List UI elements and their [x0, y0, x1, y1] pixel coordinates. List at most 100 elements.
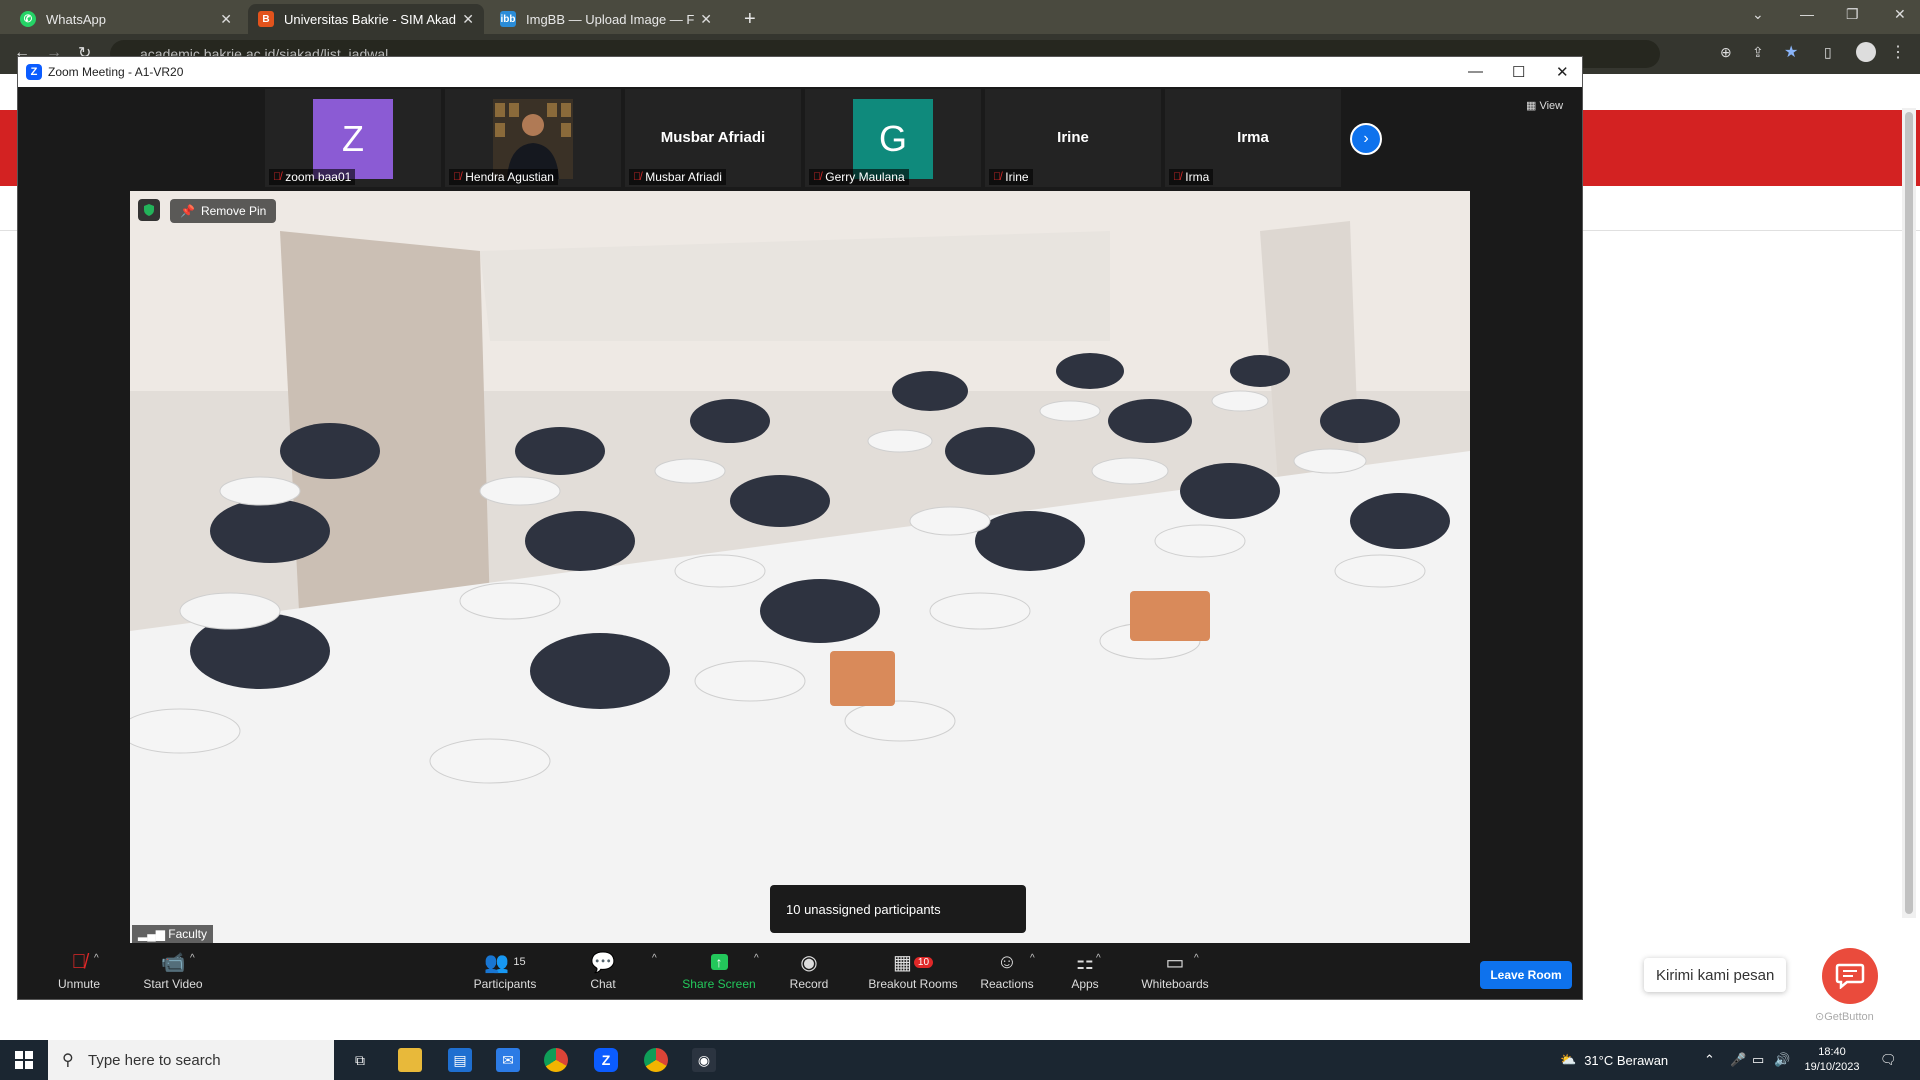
bookmark-star-icon[interactable]: ★	[1784, 42, 1798, 62]
participant-tile[interactable]: Z 🎙̸ zoom baa01	[265, 89, 441, 187]
close-icon[interactable]: ✕	[220, 11, 232, 28]
pin-icon: 📌	[180, 204, 195, 218]
breakout-rooms-icon: ▦ 10	[858, 949, 968, 975]
chrome-icon[interactable]	[544, 1048, 568, 1072]
chat-widget-bubble[interactable]: Kirimi kami pesan	[1644, 958, 1787, 992]
new-tab-button[interactable]: +	[734, 4, 764, 34]
weather-widget[interactable]: ⛅ 31°C Berawan	[1560, 1040, 1668, 1080]
restore-icon[interactable]: ❐	[1846, 6, 1859, 23]
tab-whatsapp[interactable]: ✆ WhatsApp ✕	[10, 4, 242, 34]
participant-tile[interactable]: Irine 🎙̸ Irine	[985, 89, 1161, 187]
share-icon[interactable]: ⇪	[1752, 44, 1764, 61]
chevron-down-icon[interactable]: ⌄	[1752, 6, 1764, 23]
close-icon[interactable]: ✕	[1894, 6, 1906, 23]
chevron-up-icon[interactable]: ^	[754, 953, 759, 964]
volume-icon[interactable]: 🔊	[1774, 1040, 1790, 1080]
participant-name-tag: 🎙̸ zoom baa01	[269, 169, 356, 185]
start-video-button[interactable]: 📹 Start Video	[128, 949, 218, 997]
taskbar-search[interactable]: ⚲ Type here to search	[48, 1040, 334, 1080]
zoom-app-icon[interactable]: Z	[594, 1048, 618, 1072]
participant-name: Faculty	[168, 927, 207, 941]
tab-label: Universitas Bakrie - SIM Akadem	[284, 11, 457, 27]
imgbb-icon: ibb	[500, 11, 516, 27]
chevron-up-icon[interactable]: ^	[190, 953, 195, 964]
chat-widget-button[interactable]	[1822, 948, 1878, 1004]
clock-date: 19/10/2023	[1804, 1061, 1860, 1073]
participant-strip: Z 🎙̸ zoom baa01 🎙̸ Hendra Agustian Musbar …	[265, 89, 1345, 187]
windows-taskbar: ⚲ Type here to search ⧉ ▤ ✉ Z ◉ ⛅ 31°C B…	[0, 1040, 1920, 1080]
zoom-title: Zoom Meeting - A1-VR20	[48, 65, 184, 79]
menu-icon[interactable]: ⋮	[1890, 42, 1906, 62]
classroom-video-frame	[130, 191, 1470, 943]
windows-start-icon[interactable]	[12, 1048, 36, 1072]
tab-imgbb[interactable]: ibb ImgBB — Upload Image — Free ✕	[490, 4, 722, 34]
pinned-video[interactable]: 📌 Remove Pin ▂▄▆ Faculty	[130, 191, 1470, 943]
view-button[interactable]: ▦ View	[1526, 99, 1563, 112]
mail-icon[interactable]: ✉	[496, 1048, 520, 1072]
participant-name: Hendra Agustian	[465, 170, 554, 184]
page-scrollbar[interactable]	[1902, 108, 1916, 918]
participants-button[interactable]: 👥 15 Participants	[460, 949, 550, 997]
microphone-icon[interactable]: 🎤	[1730, 1040, 1746, 1080]
minimize-icon[interactable]: —	[1468, 63, 1483, 80]
whiteboards-button[interactable]: ▭ Whiteboards	[1130, 949, 1220, 997]
getbutton-brand[interactable]: ⊙GetButton	[1815, 1010, 1874, 1023]
chevron-up-icon[interactable]: ^	[1194, 953, 1199, 964]
mic-off-icon: 🎙̸	[273, 171, 282, 183]
breakout-badge: 10	[913, 956, 934, 968]
mic-off-icon: 🎙̸	[453, 171, 462, 183]
participant-tile[interactable]: Irma 🎙̸ Irma	[1165, 89, 1341, 187]
remove-pin-button[interactable]: 📌 Remove Pin	[170, 199, 277, 223]
participant-tile[interactable]: G 🎙̸ Gerry Maulana	[805, 89, 981, 187]
profile-avatar[interactable]	[1856, 42, 1876, 62]
maximize-icon[interactable]: ☐	[1512, 63, 1525, 81]
file-explorer-icon[interactable]	[398, 1048, 422, 1072]
camera-app-icon[interactable]: ◉	[692, 1048, 716, 1072]
close-icon[interactable]: ✕	[462, 11, 474, 28]
participants-label: Participants	[473, 977, 537, 991]
avatar: G	[853, 99, 933, 179]
getbutton-label: GetButton	[1824, 1011, 1874, 1023]
breakout-rooms-label: Breakout Rooms	[868, 977, 958, 991]
unmute-label: Unmute	[57, 977, 101, 991]
zoom-icon[interactable]: ⊕	[1720, 44, 1732, 61]
next-page-button[interactable]: ›	[1350, 123, 1382, 155]
chat-icon: 💬	[590, 951, 616, 974]
chevron-up-icon[interactable]: ^	[652, 953, 657, 964]
share-screen-button[interactable]: ↑ Share Screen	[674, 949, 764, 997]
clock[interactable]: 18:40 19/10/2023	[1800, 1040, 1864, 1080]
leave-room-button[interactable]: Leave Room	[1480, 961, 1572, 989]
chevron-up-icon[interactable]: ^	[1096, 953, 1101, 964]
chevron-up-icon[interactable]: ^	[94, 953, 99, 964]
task-view-icon[interactable]: ⧉	[348, 1048, 372, 1072]
close-icon[interactable]: ✕	[700, 11, 712, 28]
chrome-profile-icon[interactable]	[644, 1048, 668, 1072]
network-icon[interactable]: ▭	[1752, 1040, 1764, 1080]
sidepanel-icon[interactable]: ▯	[1824, 44, 1832, 61]
remove-pin-label: Remove Pin	[200, 204, 267, 218]
apps-button[interactable]: ⚏ Apps	[1040, 949, 1130, 997]
breakout-rooms-button[interactable]: ▦ 10 Breakout Rooms	[858, 949, 968, 997]
minimize-icon[interactable]: —	[1800, 6, 1814, 22]
chevron-right-icon: ›	[1363, 130, 1369, 147]
scrollbar-thumb[interactable]	[1905, 112, 1913, 914]
whiteboards-label: Whiteboards	[1141, 977, 1209, 991]
participant-tile[interactable]: Musbar Afriadi 🎙̸ Musbar Afriadi	[625, 89, 801, 187]
notification-icon[interactable]: 🗨	[1880, 1040, 1897, 1080]
unmute-button[interactable]: 🎙̸ Unmute	[34, 949, 124, 997]
record-icon: ◉	[800, 951, 818, 974]
mic-off-icon: 🎙̸	[813, 171, 822, 183]
chat-button[interactable]: 💬 Chat	[558, 949, 648, 997]
grid-icon: ▦	[1526, 100, 1540, 112]
participant-tile[interactable]: 🎙̸ Hendra Agustian	[445, 89, 621, 187]
tray-chevron-icon[interactable]: ⌃	[1704, 1040, 1715, 1080]
reactions-label: Reactions	[980, 977, 1034, 991]
signal-bars-icon: ▂▄▆	[138, 927, 169, 941]
record-button[interactable]: ◉ Record	[764, 949, 854, 997]
tab-bakrie[interactable]: B Universitas Bakrie - SIM Akadem ✕	[248, 4, 484, 34]
close-icon[interactable]: ✕	[1556, 63, 1569, 81]
getbutton-logo-icon: ⊙	[1815, 1011, 1825, 1023]
reactions-button[interactable]: ☺ Reactions	[962, 949, 1052, 997]
chevron-up-icon[interactable]: ^	[1030, 953, 1035, 964]
microsoft-store-icon[interactable]: ▤	[448, 1048, 472, 1072]
